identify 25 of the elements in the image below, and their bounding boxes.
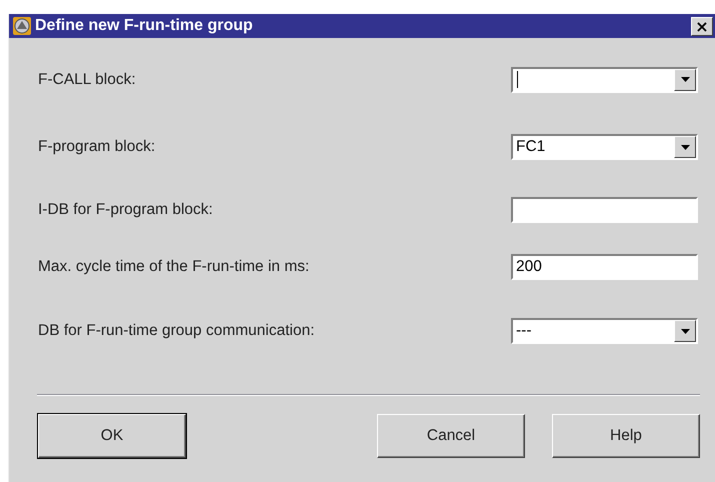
field-value: FC1 — [516, 138, 546, 156]
dropdown-button[interactable] — [674, 136, 696, 158]
dropdown-field[interactable]: FC1 — [511, 134, 698, 160]
dropdown-button[interactable] — [674, 320, 696, 342]
field-label: F-program block: — [38, 138, 156, 156]
field-value: --- — [516, 322, 532, 340]
close-button[interactable]: × — [691, 16, 713, 36]
app-icon — [13, 17, 31, 35]
dropdown-field[interactable] — [511, 66, 698, 92]
dialog-button[interactable]: Help — [552, 414, 700, 458]
input-field[interactable] — [511, 196, 698, 222]
field-value: 200 — [516, 258, 542, 276]
window-title: Define new F-run-time group — [35, 17, 254, 35]
caret-icon — [680, 77, 690, 82]
input-field[interactable]: 200 — [511, 254, 698, 280]
dialog-button[interactable]: Cancel — [377, 414, 525, 458]
field-label: DB for F-run-time group communication: — [38, 322, 315, 340]
field-label: I-DB for F-program block: — [38, 200, 213, 218]
dropdown-button[interactable] — [674, 68, 696, 90]
field-label: F-CALL block: — [38, 70, 136, 88]
dropdown-field[interactable]: --- — [511, 318, 698, 344]
field-label: Max. cycle time of the F-run-time in ms: — [38, 258, 310, 276]
caret-icon — [680, 144, 690, 150]
dialog-button[interactable]: OK — [38, 414, 186, 458]
caret-icon — [680, 328, 690, 334]
